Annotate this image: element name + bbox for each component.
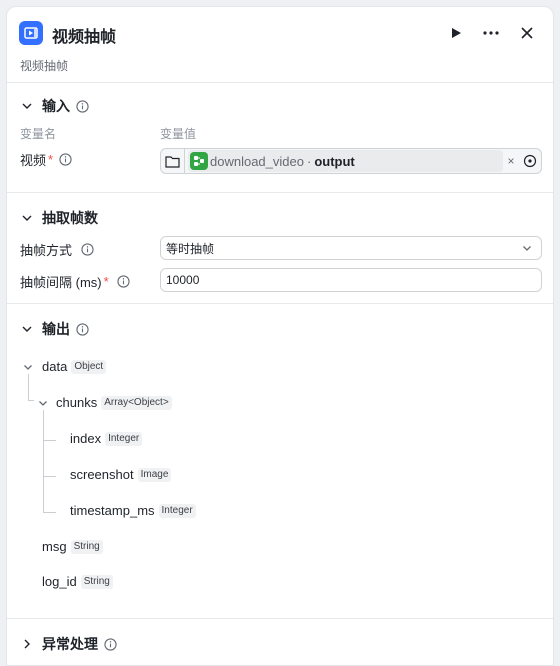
clear-reference-button[interactable]: ×	[503, 154, 519, 168]
mode-field-label: 抽帧方式	[20, 240, 94, 259]
mode-label-text: 抽帧方式	[20, 243, 73, 258]
variable-reference-chip[interactable]: download_video · output	[188, 150, 503, 172]
type-tag: String	[80, 574, 113, 589]
input-section-title: 输入	[42, 98, 70, 114]
tree-line	[43, 410, 44, 513]
output-var-name: timestamp_ms	[70, 503, 155, 518]
run-button[interactable]	[444, 21, 468, 45]
interval-field-label: 抽帧间隔 (ms) *	[20, 272, 130, 291]
extract-mode-value: 等时抽帧	[166, 241, 215, 256]
input-section-header[interactable]: 输入	[20, 96, 89, 116]
output-var-name: msg	[42, 539, 67, 554]
output-var-name: log_id	[42, 574, 77, 589]
interval-input[interactable]	[160, 268, 542, 292]
output-var-name: screenshot	[70, 467, 134, 482]
info-icon[interactable]	[81, 243, 94, 256]
more-icon	[483, 31, 499, 35]
output-item-msg: msg String	[42, 539, 103, 554]
source-type-button[interactable]	[161, 149, 185, 173]
output-var-name: data	[42, 359, 68, 374]
chevron-down-icon	[22, 326, 32, 332]
play-icon	[452, 28, 461, 38]
required-mark: *	[48, 152, 54, 167]
error-section-header[interactable]: 异常处理	[20, 634, 117, 654]
ref-separator: ·	[306, 153, 312, 169]
output-item-index: index Integer	[70, 431, 143, 446]
workflow-node-icon	[190, 152, 208, 170]
video-node-icon	[19, 21, 43, 45]
error-section-title: 异常处理	[42, 636, 98, 652]
column-header-name: 变量名	[20, 127, 57, 141]
required-mark: *	[103, 274, 109, 289]
output-item-data: data Object	[42, 359, 107, 374]
target-icon	[523, 154, 537, 168]
chevron-down-icon[interactable]	[22, 361, 34, 373]
node-title[interactable]: 视频抽帧	[52, 23, 116, 47]
tree-line	[43, 512, 56, 513]
ref-node-name: download_video	[210, 153, 304, 169]
video-field-label: 视频 *	[20, 150, 72, 169]
chevron-right-icon	[24, 639, 30, 649]
node-description[interactable]: 视频抽帧	[20, 57, 68, 74]
type-tag: Image	[137, 467, 172, 482]
extract-section-title: 抽取帧数	[42, 210, 98, 226]
ref-variable-name: output	[314, 153, 355, 169]
chevron-down-icon	[523, 246, 531, 251]
extract-mode-select[interactable]: 等时抽帧	[160, 236, 542, 260]
folder-icon	[165, 155, 180, 168]
output-item-chunks: chunks Array<Object>	[56, 395, 172, 410]
close-button[interactable]	[515, 21, 539, 45]
chevron-down-icon	[22, 103, 32, 109]
output-item-screenshot: screenshot Image	[70, 467, 172, 482]
info-icon[interactable]	[104, 637, 117, 651]
video-reference-field[interactable]: download_video · output ×	[160, 148, 542, 174]
type-tag: Array<Object>	[101, 395, 172, 410]
output-item-timestamp: timestamp_ms Integer	[70, 503, 196, 518]
output-var-name: chunks	[56, 395, 98, 410]
chevron-down-icon[interactable]	[37, 397, 49, 409]
output-section-header[interactable]: 输出	[20, 319, 89, 339]
panel-header: 视频抽帧 视频抽帧	[7, 7, 553, 83]
section-divider	[7, 192, 553, 193]
info-icon[interactable]	[117, 275, 130, 288]
interval-label-text: 抽帧间隔 (ms)	[20, 275, 102, 290]
type-tag: Integer	[105, 431, 143, 446]
tree-line	[43, 476, 56, 477]
output-item-log-id: log_id String	[42, 574, 113, 589]
close-icon	[521, 27, 533, 39]
node-config-panel: 视频抽帧 视频抽帧 输入 变量名 变量值 视频* download_video	[6, 6, 554, 666]
type-tag: String	[70, 539, 103, 554]
type-tag: Integer	[158, 503, 196, 518]
info-icon[interactable]	[76, 99, 89, 113]
type-tag: Object	[71, 359, 107, 374]
tree-line	[28, 374, 29, 400]
section-divider	[7, 618, 553, 619]
extract-section-header[interactable]: 抽取帧数	[20, 208, 98, 228]
output-var-name: index	[70, 431, 102, 446]
video-label-text: 视频	[20, 153, 47, 168]
info-icon[interactable]	[59, 153, 72, 166]
info-icon[interactable]	[76, 322, 89, 336]
column-header-value: 变量值	[160, 127, 197, 141]
tree-line	[28, 400, 34, 401]
pick-variable-button[interactable]	[519, 150, 541, 172]
more-button[interactable]	[479, 21, 503, 45]
output-section-title: 输出	[42, 321, 70, 337]
chevron-down-icon	[22, 215, 32, 221]
tree-line	[43, 440, 56, 441]
section-divider	[7, 303, 553, 304]
